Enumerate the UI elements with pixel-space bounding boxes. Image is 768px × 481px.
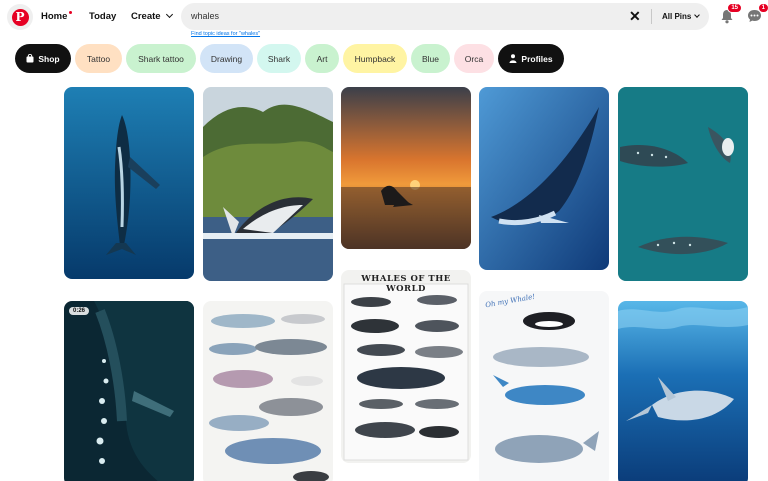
pin-whales-of-the-world[interactable]: WHALES OF THE WORLD <box>341 270 471 463</box>
pin-humpback-dive[interactable] <box>64 87 194 279</box>
chip-profiles[interactable]: Profiles <box>498 44 564 73</box>
nav-create[interactable]: Create <box>131 10 173 22</box>
nav-home[interactable]: Home <box>41 11 73 22</box>
chip-orca[interactable]: Orca <box>454 44 494 73</box>
topic-ideas-link[interactable]: Find topic ideas for "whales" <box>191 31 260 37</box>
new-content-dot <box>69 11 73 14</box>
pin-image <box>203 87 333 281</box>
pin-image <box>341 87 471 249</box>
pin-whale-species-chart[interactable] <box>203 301 333 481</box>
chevron-down-icon <box>165 10 173 19</box>
chip-shark[interactable]: Shark <box>257 44 301 73</box>
pin-underwater-humpback[interactable] <box>618 301 748 481</box>
nav-create-label: Create <box>131 11 161 22</box>
chip-tattoo[interactable]: Tattoo <box>75 44 122 73</box>
pinterest-logo-mark: P <box>11 8 29 26</box>
top-bar: P Home Today Create whales ✕ All Pins Fi… <box>0 0 768 37</box>
search-scope-label: All Pins <box>662 12 692 21</box>
poster-title: WHALES OF THE WORLD <box>361 274 451 294</box>
chip-label: Profiles <box>521 53 553 64</box>
pin-whale-painting[interactable] <box>479 87 609 270</box>
pin-whale-video[interactable]: 0:26 <box>64 301 194 481</box>
messages-badge: 1 <box>757 3 768 13</box>
chip-art[interactable]: Art <box>305 44 339 73</box>
notifications-button[interactable]: 15 <box>718 3 742 25</box>
pin-image <box>479 87 609 270</box>
chevron-down-icon <box>694 12 701 18</box>
search-scope-dropdown[interactable]: All Pins <box>662 12 701 21</box>
search-input[interactable]: whales <box>191 11 219 21</box>
pinterest-logo[interactable]: P <box>7 4 33 30</box>
person-icon <box>509 54 517 63</box>
nav-home-label: Home <box>41 11 68 22</box>
pin-image <box>64 301 194 481</box>
video-duration-badge: 0:26 <box>69 307 90 315</box>
pin-image <box>64 87 194 279</box>
messages-button[interactable]: 1 <box>745 3 768 25</box>
pin-image <box>618 87 748 281</box>
close-icon[interactable]: ✕ <box>629 8 641 24</box>
pin-whale-sharks[interactable] <box>618 87 748 281</box>
chip-blue[interactable]: Blue <box>411 44 450 73</box>
chip-humpback[interactable]: Humpback <box>343 44 407 73</box>
notifications-badge: 15 <box>727 3 742 13</box>
pin-breaching-whale[interactable] <box>203 87 333 281</box>
pin-image <box>203 301 333 481</box>
bag-icon <box>26 54 34 63</box>
pin-image <box>618 301 748 481</box>
chip-shop[interactable]: Shop <box>15 44 71 73</box>
nav-today[interactable]: Today <box>89 11 116 22</box>
pin-image <box>343 283 469 461</box>
chip-shark-tattoo[interactable]: Shark tattoo <box>126 44 196 73</box>
chip-drawing[interactable]: Drawing <box>200 44 253 73</box>
pin-whale-tail-sunset[interactable] <box>341 87 471 249</box>
filter-chips: Shop Tattoo Shark tattoo Drawing Shark A… <box>15 44 564 73</box>
search-divider <box>651 9 652 24</box>
pin-oh-my-whale[interactable]: Oh my Whale! <box>479 291 609 481</box>
pin-image <box>493 312 599 463</box>
chip-label: Shop <box>38 53 60 64</box>
search-bar[interactable]: whales ✕ All Pins <box>181 3 709 30</box>
